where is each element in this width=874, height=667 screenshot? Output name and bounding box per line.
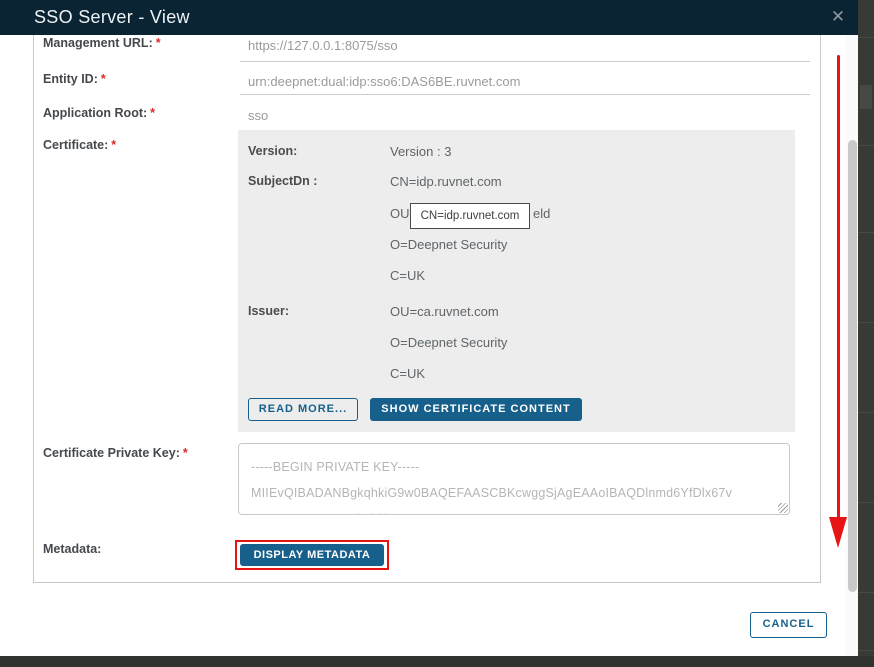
certificate-subject-ou-suffix: eld bbox=[533, 206, 550, 221]
background-ui-fragment bbox=[860, 85, 872, 109]
entity-id-value: urn:deepnet:dual:idp:sso6:DAS6BE.ruvnet.… bbox=[248, 74, 520, 89]
background-row-divider bbox=[858, 650, 874, 651]
background-app-panel bbox=[858, 0, 874, 667]
display-metadata-button[interactable]: DISPLAY METADATA bbox=[240, 544, 384, 566]
management-url-input-underline bbox=[240, 61, 810, 62]
certificate-subject-o: O=Deepnet Security bbox=[390, 237, 507, 252]
required-asterisk: * bbox=[183, 446, 188, 460]
application-root-label: Application Root:* bbox=[43, 106, 155, 120]
certificate-subject-c: C=UK bbox=[390, 268, 425, 283]
certificate-version-label: Version: bbox=[248, 144, 297, 158]
textarea-resize-handle[interactable] bbox=[778, 503, 788, 513]
cancel-button[interactable]: CANCEL bbox=[750, 612, 827, 638]
entity-id-input-underline bbox=[240, 94, 810, 95]
management-url-label: Management URL:* bbox=[43, 36, 161, 50]
background-row-divider bbox=[858, 412, 874, 413]
management-url-value: https://127.0.0.1:8075/sso bbox=[248, 38, 398, 53]
background-bottom-band bbox=[0, 656, 874, 667]
tooltip: CN=idp.ruvnet.com bbox=[410, 203, 530, 229]
entity-id-label: Entity ID:* bbox=[43, 72, 106, 86]
modal-title: SSO Server - View bbox=[34, 0, 190, 35]
annotation-arrow-head bbox=[829, 517, 847, 548]
application-root-value: sso bbox=[248, 108, 268, 123]
certificate-issuer-ou: OU=ca.ruvnet.com bbox=[390, 304, 499, 319]
certificate-label: Certificate:* bbox=[43, 138, 116, 152]
metadata-label: Metadata: bbox=[43, 542, 101, 556]
certificate-subject-ou-prefix: OU bbox=[390, 206, 410, 221]
private-key-line: MIIEvQIBADANBgkqhkiG9w0BAQEFAASCBK bbox=[251, 506, 777, 515]
close-icon[interactable]: ✕ bbox=[826, 0, 850, 33]
certificate-issuer-c: C=UK bbox=[390, 366, 425, 381]
background-row-divider bbox=[858, 592, 874, 593]
private-key-textarea[interactable]: -----BEGIN PRIVATE KEY----- MIIEvQIBADAN… bbox=[238, 443, 790, 515]
certificate-version-value: Version : 3 bbox=[390, 144, 451, 159]
background-row-divider bbox=[858, 145, 874, 146]
background-row-divider bbox=[858, 502, 874, 503]
background-row-divider bbox=[858, 232, 874, 233]
certificate-private-key-label: Certificate Private Key:* bbox=[43, 446, 188, 460]
required-asterisk: * bbox=[101, 72, 106, 86]
read-more-button[interactable]: READ MORE... bbox=[248, 398, 358, 421]
private-key-line: MIIEvQIBADANBgkqhkiG9w0BAQEFAASCBKcwggSj… bbox=[251, 480, 777, 506]
screenshot-root: SSO Server - View ✕ Management URL:* htt… bbox=[0, 0, 874, 667]
required-asterisk: * bbox=[156, 36, 161, 50]
background-row-divider bbox=[858, 37, 874, 38]
annotation-arrow-line bbox=[837, 55, 840, 518]
certificate-details-panel: Version: Version : 3 SubjectDn : CN=idp.… bbox=[238, 130, 795, 432]
background-row-divider bbox=[858, 322, 874, 323]
required-asterisk: * bbox=[111, 138, 116, 152]
private-key-line: -----BEGIN PRIVATE KEY----- bbox=[251, 454, 777, 480]
certificate-subjectdn-label: SubjectDn : bbox=[248, 174, 317, 188]
required-asterisk: * bbox=[150, 106, 155, 120]
annotation-highlight-box: DISPLAY METADATA bbox=[235, 540, 389, 570]
modal-header: SSO Server - View ✕ bbox=[0, 0, 858, 35]
certificate-issuer-label: Issuer: bbox=[248, 304, 289, 318]
scrollbar-thumb[interactable] bbox=[848, 140, 857, 592]
certificate-subject-cn: CN=idp.ruvnet.com bbox=[390, 174, 502, 189]
show-certificate-content-button[interactable]: SHOW CERTIFICATE CONTENT bbox=[370, 398, 582, 421]
certificate-issuer-o: O=Deepnet Security bbox=[390, 335, 507, 350]
